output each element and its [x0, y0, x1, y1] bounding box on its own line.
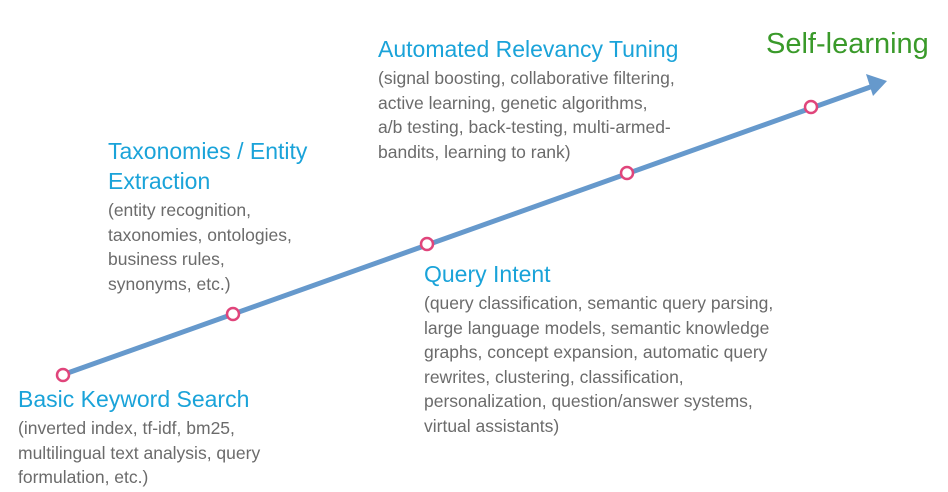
description-line: business rules,: [108, 249, 225, 269]
stage-description: (inverted index, tf-idf, bm25, multiling…: [18, 416, 260, 490]
stage-description: (signal boosting, collaborative filterin…: [378, 66, 678, 164]
stage-automated-relevancy-tuning: Automated Relevancy Tuning (signal boost…: [378, 34, 678, 164]
description-line: bandits, learning to rank): [378, 141, 571, 162]
stage-title: Query Intent: [424, 261, 551, 287]
description-line: (entity recognition,: [108, 200, 251, 220]
stage-title: Basic Keyword Search: [18, 386, 250, 412]
description-line: active learning, genetic algorithms,: [378, 92, 648, 113]
description-line: rewrites, clustering, classification,: [424, 366, 684, 387]
stage-basic-keyword-search: Basic Keyword Search (inverted index, tf…: [18, 384, 260, 490]
stage-title: Taxonomies / Entity Extraction: [108, 136, 307, 196]
description-line: virtual assistants): [424, 415, 560, 436]
endpoint-label: Self-learning: [766, 28, 929, 60]
stage-title-line: Taxonomies / Entity: [108, 138, 308, 164]
description-line: taxonomies, ontologies,: [108, 224, 292, 245]
stage-title: Automated Relevancy Tuning: [378, 36, 679, 62]
stage-query-intent: Query Intent (query classification, sema…: [424, 259, 773, 438]
description-line: a/b testing, back-testing, multi-armed-: [378, 117, 671, 137]
milestone-marker: [619, 165, 635, 181]
description-line: multilingual text analysis, query: [18, 442, 261, 463]
milestone-marker: [803, 99, 819, 115]
milestone-marker: [225, 306, 241, 322]
description-line: graphs, concept expansion, automatic que…: [424, 342, 768, 362]
description-line: (query classification, semantic query pa…: [424, 293, 774, 313]
stage-description: (entity recognition, taxonomies, ontolog…: [108, 198, 307, 296]
milestone-marker: [55, 367, 71, 383]
stage-taxonomies-entity-extraction: Taxonomies / Entity Extraction (entity r…: [108, 136, 307, 296]
description-line: synonyms, etc.): [108, 273, 231, 294]
description-line: (inverted index, tf-idf, bm25,: [18, 418, 235, 438]
description-line: (signal boosting, collaborative filterin…: [378, 68, 675, 88]
description-line: personalization, question/answer systems…: [424, 391, 753, 411]
milestone-marker: [419, 236, 435, 252]
stage-title-line: Extraction: [108, 168, 211, 194]
description-line: formulation, etc.): [18, 467, 149, 487]
stage-description: (query classification, semantic query pa…: [424, 291, 773, 438]
description-line: large language models, semantic knowledg…: [424, 317, 770, 338]
